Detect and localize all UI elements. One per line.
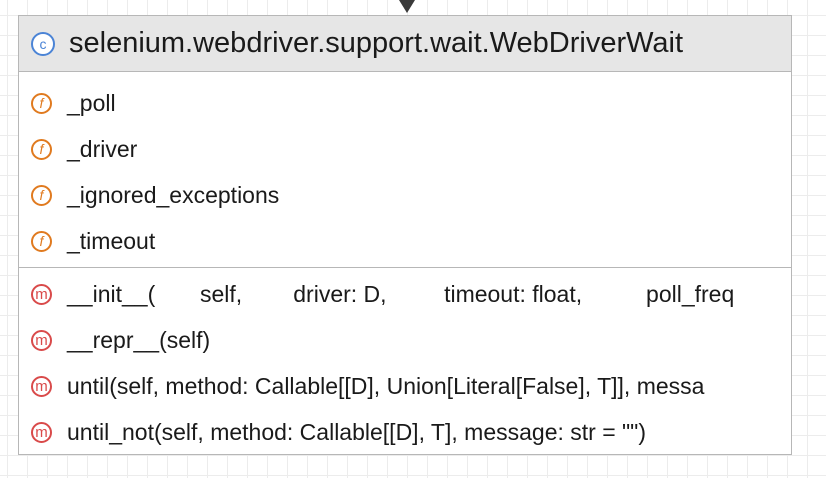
method-row[interactable]: m until_not(self, method: Callable[[D], … [19, 409, 791, 454]
field-row[interactable]: f _timeout [19, 218, 791, 264]
class-header: c selenium.webdriver.support.wait.WebDri… [19, 16, 791, 72]
field-icon: f [31, 138, 52, 160]
method-signature: until(self, method: Callable[[D], Union[… [67, 372, 705, 399]
class-icon: c [31, 31, 55, 56]
field-icon: f [31, 92, 52, 114]
uml-class-box[interactable]: c selenium.webdriver.support.wait.WebDri… [18, 15, 792, 455]
field-row[interactable]: f _driver [19, 126, 791, 172]
method-signature: until_not(self, method: Callable[[D], T]… [67, 418, 647, 445]
field-icon: f [31, 184, 52, 206]
method-row[interactable]: m until(self, method: Callable[[D], Unio… [19, 363, 791, 409]
field-name: _ignored_exceptions [67, 181, 280, 208]
method-icon: m [31, 329, 52, 351]
methods-section: m __init__( self, driver: D, timeout: fl… [19, 268, 791, 454]
method-icon: m [31, 421, 52, 443]
method-icon: m [31, 283, 52, 305]
field-name: _driver [67, 135, 138, 162]
field-row[interactable]: f _poll [19, 80, 791, 126]
method-icon: m [31, 375, 52, 397]
field-row[interactable]: f _ignored_exceptions [19, 172, 791, 218]
method-row[interactable]: m __init__( self, driver: D, timeout: fl… [19, 271, 791, 317]
class-name: selenium.webdriver.support.wait.WebDrive… [69, 27, 684, 59]
method-row[interactable]: m __repr__(self) [19, 317, 791, 363]
fields-section: f _poll f _driver f _ignored_exceptions … [19, 72, 791, 268]
field-name: _timeout [67, 227, 156, 254]
method-signature: __repr__(self) [67, 326, 211, 353]
method-signature: __init__( self, driver: D, timeout: floa… [67, 280, 735, 307]
inheritance-arrow-icon [399, 0, 415, 13]
field-name: _poll [67, 89, 116, 116]
field-icon: f [31, 230, 52, 252]
